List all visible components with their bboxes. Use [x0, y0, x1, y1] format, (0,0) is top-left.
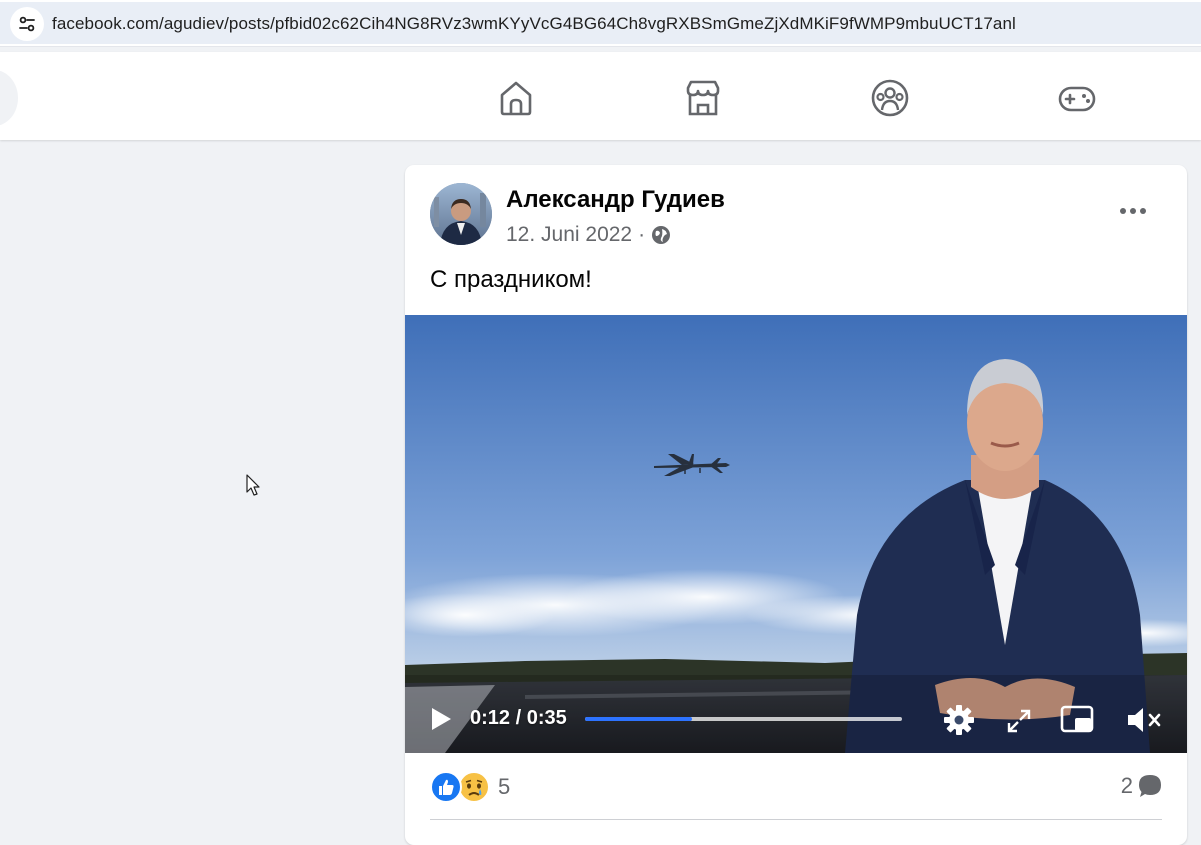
- video-controls: 0:12 / 0:35: [405, 687, 1187, 753]
- gear-icon[interactable]: [941, 703, 977, 737]
- browser-address-bar: facebook.com/agudiev/posts/pfbid02c62Cih…: [0, 0, 1201, 47]
- groups-icon[interactable]: [868, 76, 912, 120]
- post-card: Александр Гудиев 12. Juni 2022 · С празд…: [405, 165, 1187, 845]
- play-icon[interactable]: [425, 703, 457, 735]
- tune-icon[interactable]: [10, 7, 44, 41]
- facebook-top-nav: [0, 52, 1201, 140]
- comments-summary[interactable]: 2: [1121, 773, 1163, 799]
- video-progress-fill: [585, 717, 692, 721]
- comment-bubble-icon: [1137, 773, 1163, 799]
- gamepad-icon[interactable]: [1055, 76, 1099, 120]
- mouse-cursor-icon: [246, 474, 262, 503]
- fullscreen-icon[interactable]: [1003, 705, 1035, 737]
- post-date[interactable]: 12. Juni 2022: [506, 223, 632, 247]
- home-icon[interactable]: [494, 76, 538, 120]
- store-icon[interactable]: [681, 76, 725, 120]
- like-reaction-icon: [430, 771, 462, 803]
- more-options-button[interactable]: [1111, 193, 1155, 229]
- reaction-count: 5: [498, 774, 511, 799]
- search-button[interactable]: [0, 70, 18, 126]
- video-progress-bar[interactable]: [585, 717, 902, 721]
- video-player[interactable]: 0:12 / 0:35: [405, 315, 1187, 753]
- meta-separator: ·: [638, 223, 646, 246]
- muted-speaker-icon[interactable]: [1123, 703, 1167, 737]
- comment-count: 2: [1120, 773, 1133, 798]
- divider: [430, 819, 1162, 820]
- url-text[interactable]: facebook.com/agudiev/posts/pfbid02c62Cih…: [52, 14, 1016, 34]
- post-author-name[interactable]: Александр Гудиев: [506, 186, 725, 214]
- picture-in-picture-icon[interactable]: [1059, 703, 1095, 737]
- omnibox[interactable]: facebook.com/agudiev/posts/pfbid02c62Cih…: [0, 2, 1201, 44]
- post-caption: С праздником!: [430, 266, 592, 293]
- post-meta: 12. Juni 2022 ·: [506, 223, 671, 247]
- avatar[interactable]: [430, 183, 492, 245]
- video-time: 0:12 / 0:35: [470, 707, 567, 729]
- globe-icon[interactable]: [651, 225, 671, 245]
- sad-reaction-icon: [458, 771, 490, 803]
- reactions-summary[interactable]: 5: [430, 769, 510, 805]
